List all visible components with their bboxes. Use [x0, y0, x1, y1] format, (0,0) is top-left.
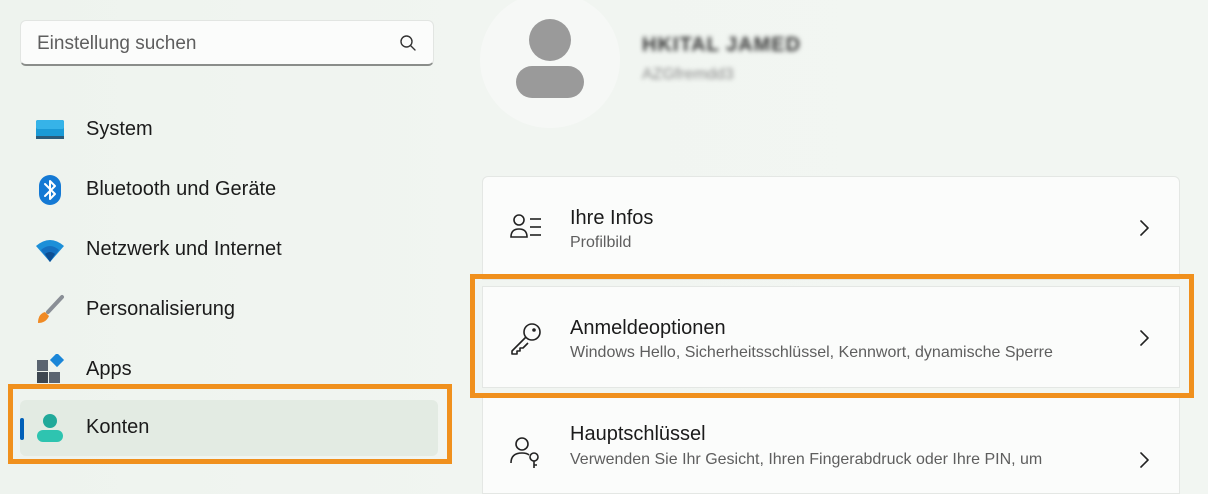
- sidebar-item-system[interactable]: System: [20, 102, 438, 158]
- profile-info-icon: [510, 214, 541, 238]
- apps-icon: [37, 354, 65, 383]
- card-title: Hauptschlüssel: [570, 423, 706, 445]
- key-icon: [511, 323, 541, 355]
- card-title: Ihre Infos: [570, 207, 654, 229]
- sidebar-item-label: Netzwerk und Internet: [86, 238, 282, 260]
- card-your-info[interactable]: Ihre Infos Profilbild: [482, 176, 1180, 280]
- user-name: HKITAL JAMED: [642, 34, 802, 56]
- bluetooth-icon: [39, 175, 61, 205]
- chevron-right-icon: [1140, 452, 1149, 468]
- sidebar-item-label: Konten: [86, 416, 150, 438]
- sidebar-item-apps[interactable]: Apps: [20, 342, 438, 398]
- avatar[interactable]: [480, 0, 620, 128]
- sidebar-item-label: System: [86, 118, 153, 140]
- card-subtitle: Verwenden Sie Ihr Gesicht, Ihren Fingera…: [570, 451, 1043, 468]
- sidebar-item-label: Bluetooth und Geräte: [86, 178, 277, 200]
- card-subtitle: Windows Hello, Sicherheitsschlüssel, Ken…: [570, 344, 1053, 361]
- sidebar-item-network[interactable]: Netzwerk und Internet: [20, 222, 438, 278]
- chevron-right-icon: [1140, 330, 1149, 346]
- monitor-icon: [36, 120, 64, 139]
- chevron-right-icon: [1140, 220, 1149, 236]
- brush-icon: [38, 295, 64, 323]
- card-subtitle: Profilbild: [570, 234, 632, 251]
- search-input[interactable]: Einstellung suchen: [37, 33, 197, 55]
- person-icon: [37, 414, 63, 442]
- sidebar-item-personalization[interactable]: Personalisierung: [20, 282, 438, 338]
- user-avatar-icon: [516, 19, 584, 98]
- card-sign-in-options[interactable]: Anmeldeoptionen Windows Hello, Sicherhei…: [482, 286, 1180, 388]
- wifi-icon: [36, 240, 64, 262]
- search-box[interactable]: Einstellung suchen: [20, 20, 434, 66]
- search-icon[interactable]: [399, 34, 417, 52]
- user-email: AZGfremdd3: [642, 66, 734, 83]
- active-indicator: [20, 418, 24, 440]
- sidebar-item-accounts[interactable]: Konten: [20, 400, 438, 456]
- sidebar-item-label: Personalisierung: [86, 298, 235, 320]
- sidebar-item-label: Apps: [86, 358, 132, 380]
- card-passkeys[interactable]: Hauptschlüssel Verwenden Sie Ihr Gesicht…: [482, 394, 1180, 494]
- passkey-icon: [510, 437, 539, 468]
- sidebar-item-bluetooth[interactable]: Bluetooth und Geräte: [20, 162, 438, 218]
- card-title: Anmeldeoptionen: [570, 317, 726, 339]
